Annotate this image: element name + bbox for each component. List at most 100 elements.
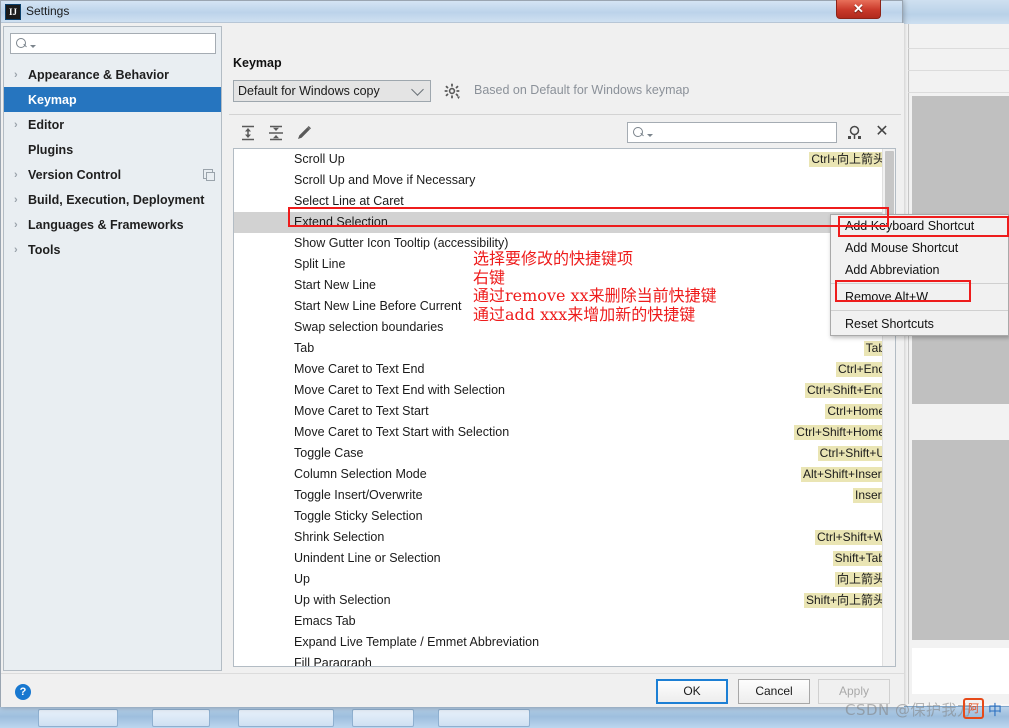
table-row[interactable]: Scroll UpCtrl+向上箭头	[234, 149, 895, 170]
table-row[interactable]: Column Selection ModeAlt+Shift+Insert	[234, 464, 895, 485]
table-row[interactable]: Move Caret to Text End with SelectionCtr…	[234, 380, 895, 401]
chevron-right-icon: ›	[14, 119, 28, 131]
close-button[interactable]: ✕	[836, 0, 881, 19]
collapse-all-icon[interactable]	[265, 122, 287, 144]
table-row[interactable]: Emacs Tab	[234, 611, 895, 632]
menu-item-add-keyboard-shortcut[interactable]: Add Keyboard Shortcut	[831, 215, 1008, 237]
sidebar-item-tools[interactable]: ›Tools	[4, 237, 221, 262]
action-name: Column Selection Mode	[294, 467, 427, 481]
taskbar-button[interactable]	[238, 709, 334, 727]
watermark-tail: 中	[988, 700, 1002, 720]
dialog-footer: ? OK Cancel Apply	[1, 673, 904, 707]
table-row[interactable]: Extend SelectionAlt+W	[234, 212, 895, 233]
menu-item-add-mouse-shortcut[interactable]: Add Mouse Shortcut	[831, 237, 1008, 259]
annotation-text: 选择要修改的快捷键项 右键 通过remove xx来删除当前快捷键 通过add …	[473, 250, 717, 324]
shortcut-badge: Ctrl+Shift+End	[805, 383, 887, 398]
chevron-right-icon: ›	[14, 244, 28, 256]
table-row[interactable]: Up with Selection Shift+向上箭头	[234, 590, 895, 611]
sidebar-item-label: Version Control	[28, 168, 121, 182]
background-divider	[908, 92, 1009, 93]
action-name: Swap selection boundaries	[294, 320, 443, 334]
action-name: Shrink Selection	[294, 530, 384, 544]
shortcut-badge: Shift+向上箭头	[804, 593, 887, 608]
sidebar-search-box[interactable]	[10, 33, 216, 54]
background-block	[912, 648, 1009, 694]
keymap-toolbar: ✕	[229, 118, 901, 148]
table-row[interactable]: TabTab	[234, 338, 895, 359]
shortcut-badge: 向上箭头	[835, 572, 887, 587]
action-name: Move Caret to Text End	[294, 362, 424, 376]
background-divider	[908, 70, 1009, 71]
sidebar-item-version-control[interactable]: ›Version Control	[4, 162, 221, 187]
table-row[interactable]: Move Caret to Text Start Ctrl+Home	[234, 401, 895, 422]
sidebar-item-keymap[interactable]: Keymap	[4, 87, 221, 112]
table-row[interactable]: Unindent Line or SelectionShift+Tab	[234, 548, 895, 569]
chevron-right-icon: ›	[14, 219, 28, 231]
annotation-line-3: 通过remove xx来删除当前快捷键	[473, 287, 717, 306]
table-row[interactable]: Toggle Sticky Selection	[234, 506, 895, 527]
chevron-down-icon	[30, 45, 36, 48]
action-name: Toggle Insert/Overwrite	[294, 488, 423, 502]
keymap-select-value: Default for Windows copy	[238, 84, 413, 98]
clear-search-button[interactable]: ✕	[872, 122, 892, 142]
chevron-right-icon: ›	[14, 194, 28, 206]
table-row[interactable]: Shrink Selection Ctrl+Shift+W	[234, 527, 895, 548]
shortcut-badge: Ctrl+Home	[825, 404, 887, 419]
sidebar-item-build-execution-deployment[interactable]: ›Build, Execution, Deployment	[4, 187, 221, 212]
shortcut-badge: Ctrl+End	[836, 362, 887, 377]
settings-dialog: IJ Settings ✕ ›Appearance & BehaviorKeym…	[0, 0, 903, 707]
table-row[interactable]: Toggle CaseCtrl+Shift+U	[234, 443, 895, 464]
table-row[interactable]: Fill Paragraph	[234, 653, 895, 667]
action-name: Scroll Up and Move if Necessary	[294, 173, 475, 187]
menu-item-remove-alt-w[interactable]: Remove Alt+W	[831, 286, 1008, 308]
find-by-shortcut-icon[interactable]	[844, 123, 864, 143]
sidebar-item-label: Keymap	[28, 93, 77, 107]
action-name: Fill Paragraph	[294, 656, 372, 667]
taskbar-button[interactable]	[438, 709, 530, 727]
action-name: Tab	[294, 341, 314, 355]
divider	[229, 114, 901, 115]
taskbar-button[interactable]	[152, 709, 210, 727]
sidebar-search-input[interactable]	[39, 36, 215, 52]
gear-icon[interactable]	[444, 83, 462, 101]
expand-all-icon[interactable]	[237, 122, 259, 144]
help-icon[interactable]: ?	[15, 684, 31, 700]
shortcut-badge: Ctrl+Shift+W	[815, 530, 887, 545]
keymap-search-box[interactable]	[627, 122, 837, 143]
settings-sidebar: ›Appearance & Behavior Keymap ›EditorPlugi…	[3, 26, 222, 671]
table-row[interactable]: Scroll Up and Move if Necessary	[234, 170, 895, 191]
sidebar-item-plugins[interactable]: Plugins	[4, 137, 221, 162]
taskbar-button[interactable]	[352, 709, 414, 727]
cancel-button[interactable]: Cancel	[738, 679, 810, 704]
shortcut-badge: Ctrl+向上箭头	[809, 152, 887, 167]
annotation-line-4: 通过add xxx来增加新的快捷键	[473, 306, 717, 325]
copy-icon	[203, 169, 213, 179]
action-name: Unindent Line or Selection	[294, 551, 441, 565]
action-name: Select Line at Caret	[294, 194, 404, 208]
table-row[interactable]: Expand Live Template / Emmet Abbreviatio…	[234, 632, 895, 653]
sidebar-item-editor[interactable]: ›Editor	[4, 112, 221, 137]
taskbar-button[interactable]	[38, 709, 118, 727]
table-row[interactable]: Select Line at Caret	[234, 191, 895, 212]
sidebar-search-wrap	[4, 27, 221, 54]
table-row[interactable]: Toggle Insert/OverwriteInsert	[234, 485, 895, 506]
sidebar-item-languages-frameworks[interactable]: ›Languages & Frameworks	[4, 212, 221, 237]
keymap-search-input[interactable]	[656, 125, 836, 141]
edit-pencil-icon[interactable]	[293, 122, 315, 144]
action-name: Move Caret to Text Start	[294, 404, 429, 418]
menu-item-reset-shortcuts[interactable]: Reset Shortcuts	[831, 313, 1008, 335]
keymap-select[interactable]: Default for Windows copy	[233, 80, 431, 102]
shortcut-context-menu[interactable]: Add Keyboard ShortcutAdd Mouse ShortcutA…	[830, 214, 1009, 336]
sidebar-item-label: Languages & Frameworks	[28, 218, 184, 232]
table-row[interactable]: Move Caret to Text End Ctrl+End	[234, 359, 895, 380]
table-row[interactable]: Up向上箭头	[234, 569, 895, 590]
sidebar-item-appearance-behavior[interactable]: ›Appearance & Behavior	[4, 62, 221, 87]
action-name: Up with Selection	[294, 593, 391, 607]
action-name: Expand Live Template / Emmet Abbreviatio…	[294, 635, 539, 649]
keymap-action-list[interactable]: Scroll UpCtrl+向上箭头 Scroll Up and Move if …	[233, 148, 896, 667]
ok-button[interactable]: OK	[656, 679, 728, 704]
window-title: Settings	[26, 4, 69, 18]
annotation-line-2: 右键	[473, 269, 717, 288]
menu-item-add-abbreviation[interactable]: Add Abbreviation	[831, 259, 1008, 281]
table-row[interactable]: Move Caret to Text Start with SelectionC…	[234, 422, 895, 443]
